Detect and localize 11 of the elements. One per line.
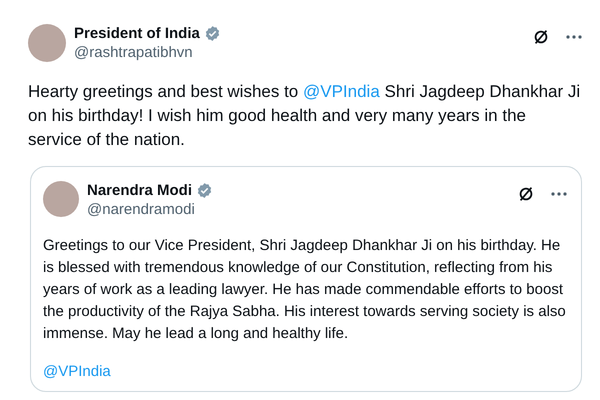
author-handle[interactable]: @narendramodi (87, 200, 517, 219)
post-text: Greetings to our Vice President, Shri Jagdeep Dhankhar Ji on his birthday. He is blessed with tremendous knowledge of our Constitution, reflecting from his years of work as a leading lawyer. He has made commendable efforts to boost the productivity of the Rajya Sabha. His interest towards serving society is also immense. May he lead a long and healthy life. (43, 236, 567, 344)
quoted-post-card[interactable] (30, 166, 582, 392)
author-name[interactable]: Narendra Modi (87, 181, 192, 200)
more-icon[interactable] (566, 35, 582, 39)
more-icon[interactable] (551, 192, 567, 196)
post-text: Hearty greetings and best wishes to @VPIndia Shri Jagdeep Dhankhar Ji on his birthday! I wish him good health and very many years in the service of the nation. (28, 81, 582, 151)
slashed-circle-icon[interactable] (532, 28, 550, 46)
slashed-circle-icon[interactable] (517, 185, 535, 203)
author-name[interactable]: President of India (74, 24, 200, 43)
author-handle[interactable]: @rashtrapatibhvn (74, 43, 532, 62)
